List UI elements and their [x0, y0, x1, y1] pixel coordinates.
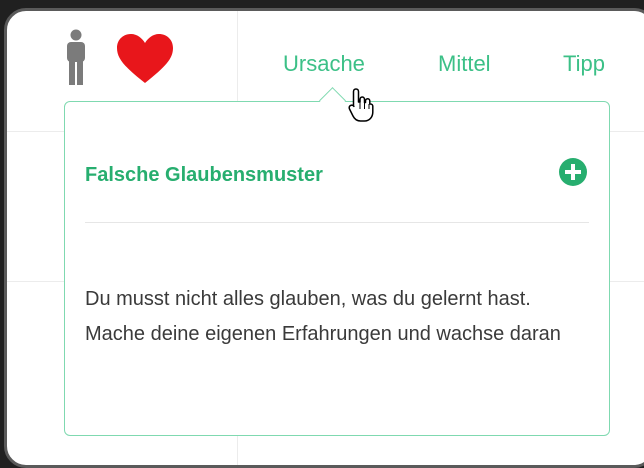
- popover-arrow: [319, 87, 346, 114]
- popover-divider: [85, 222, 589, 223]
- tab-bar: Ursache Mittel Tipp: [7, 51, 644, 91]
- info-popover: Falsche Glaubensmuster Du musst nicht al…: [64, 87, 610, 436]
- hand-pointer-icon: [348, 88, 374, 122]
- popover-body-text: Du musst nicht alles glauben, was du gel…: [85, 288, 561, 345]
- tab-ursache[interactable]: Ursache: [283, 51, 365, 77]
- tab-tipp[interactable]: Tipp: [563, 51, 605, 77]
- app-window: Ursache Mittel Tipp Falsche Glaubensmust…: [4, 8, 644, 468]
- plus-circle-icon[interactable]: [558, 157, 588, 187]
- popover-title: Falsche Glaubensmuster: [85, 164, 323, 186]
- tab-mittel[interactable]: Mittel: [438, 51, 491, 77]
